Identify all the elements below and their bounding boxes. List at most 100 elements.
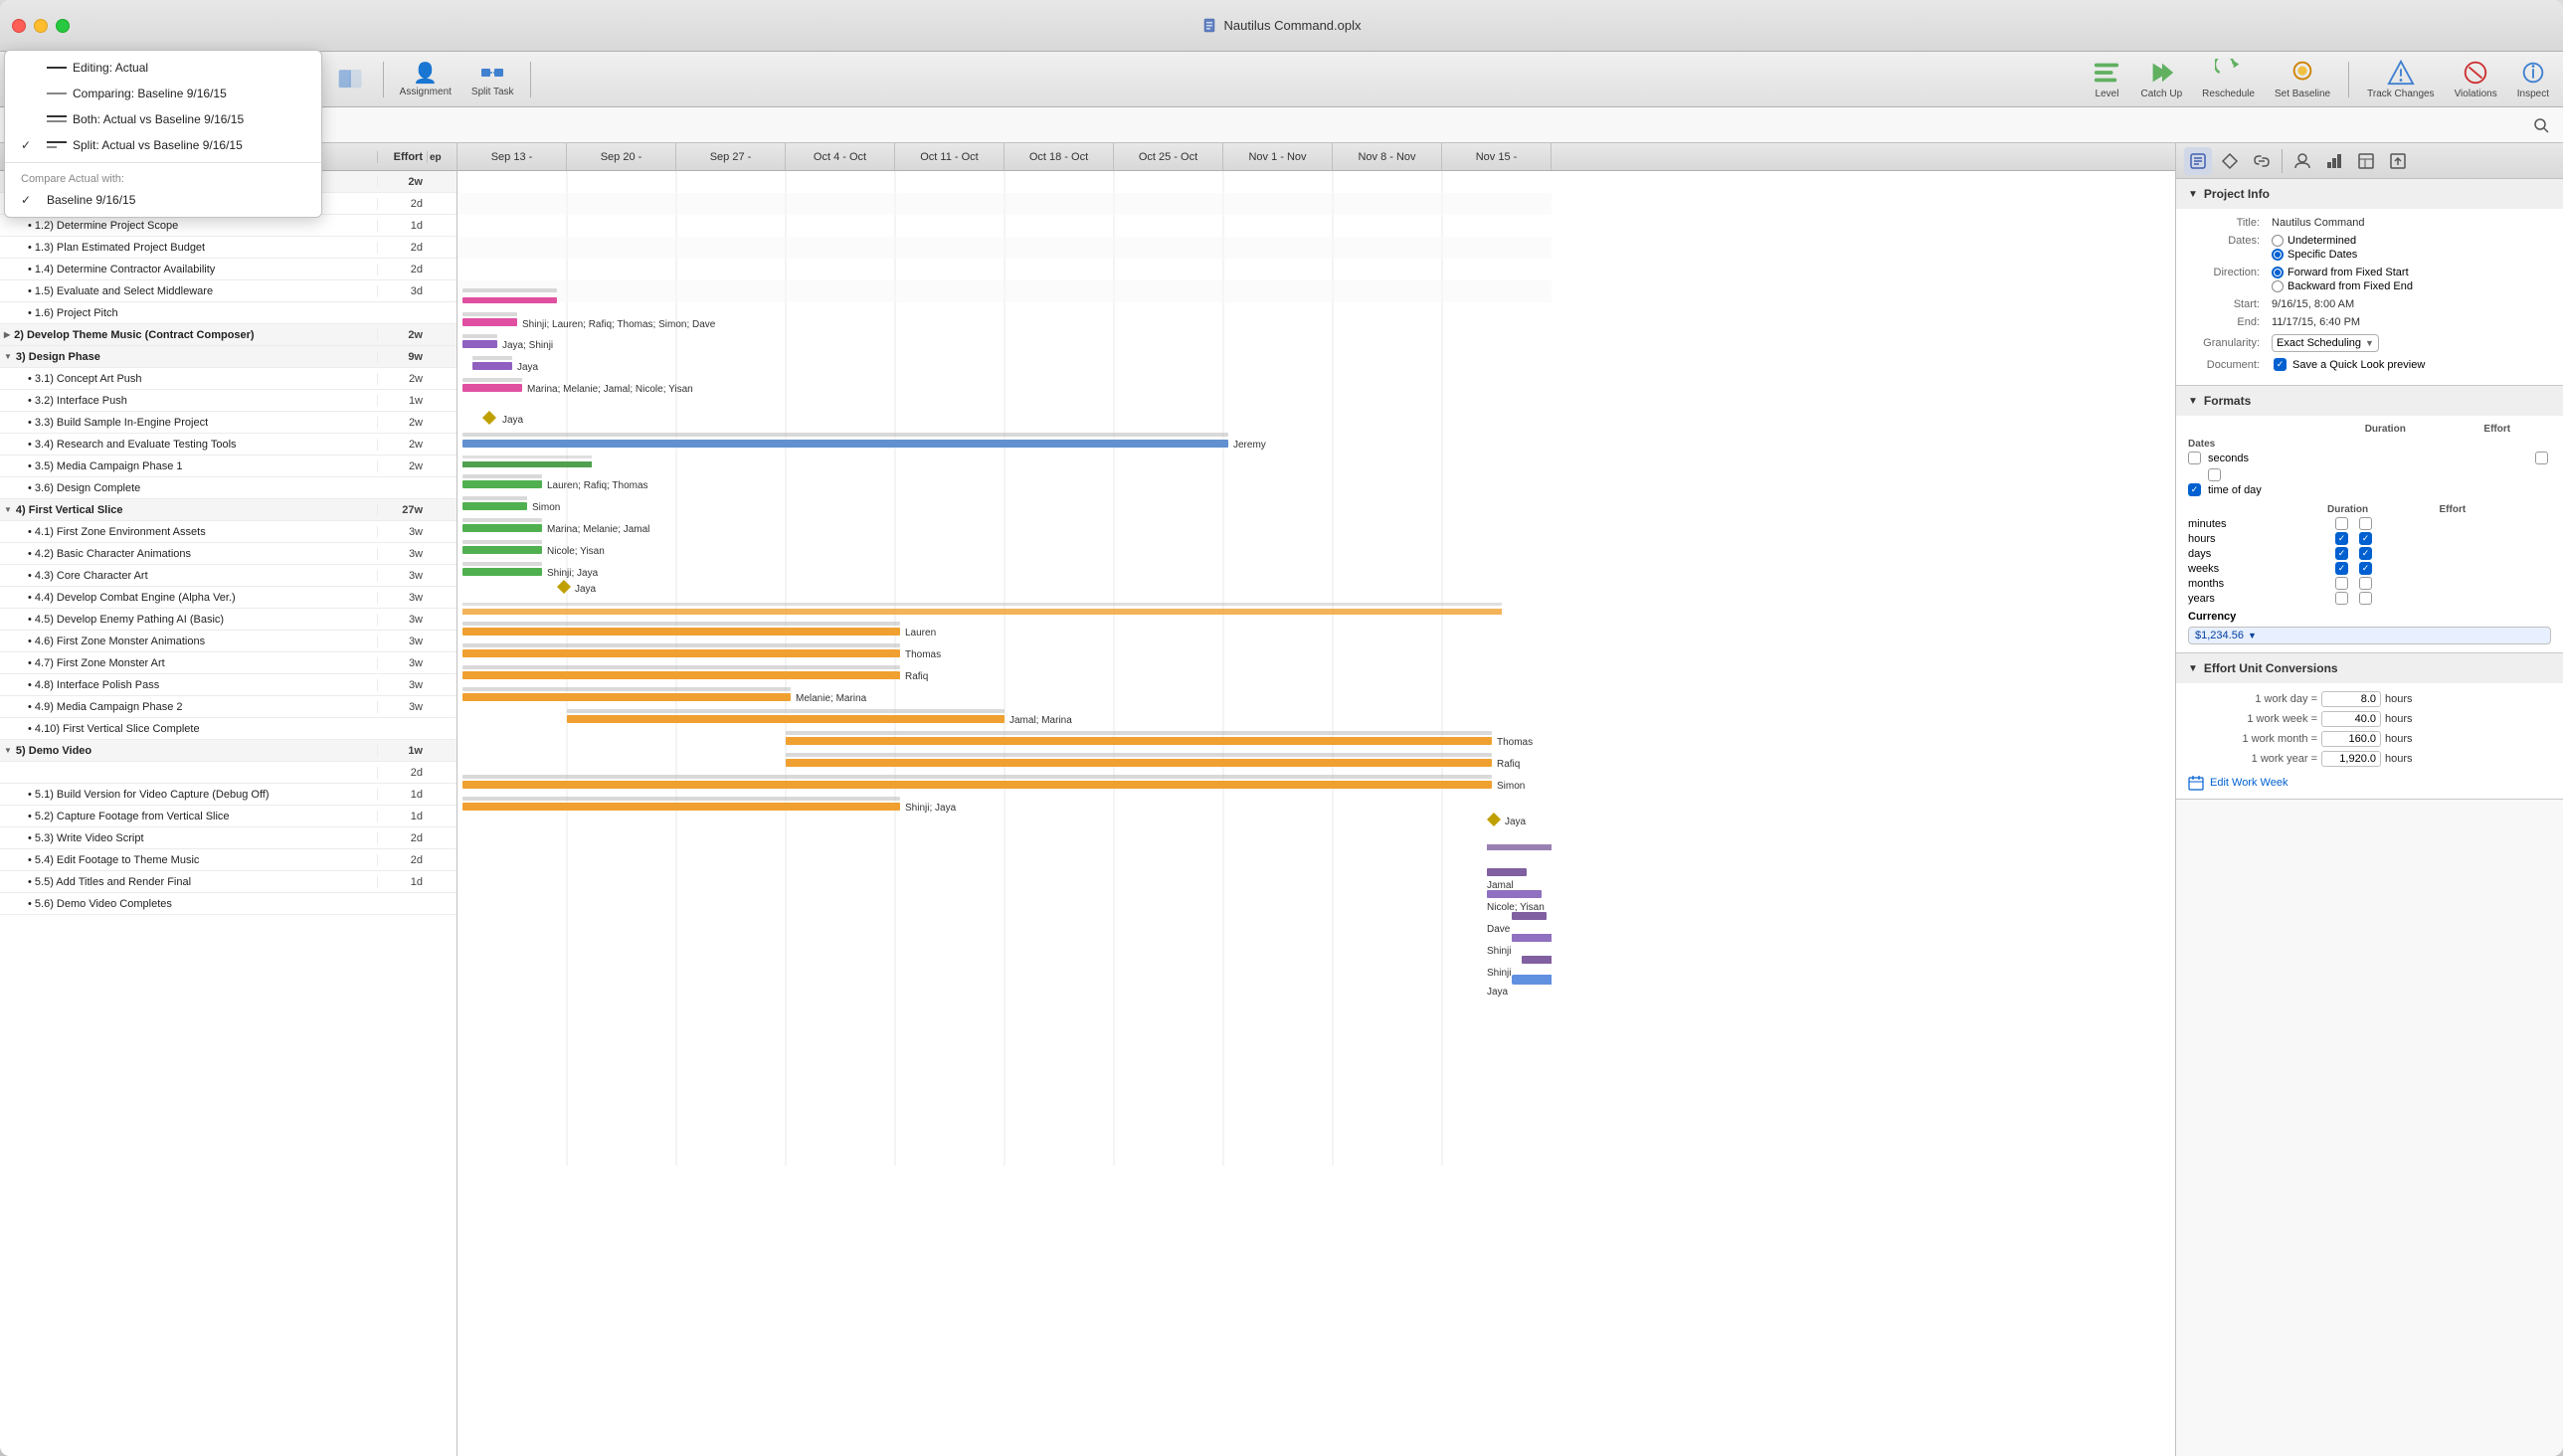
task-row[interactable]: • 4.5) Develop Enemy Pathing AI (Basic) …	[0, 609, 457, 631]
task-row[interactable]: • 5.2) Capture Footage from Vertical Sli…	[0, 806, 457, 827]
task-row[interactable]: • 5.4) Edit Footage to Theme Music 2d	[0, 849, 457, 871]
reschedule-button[interactable]: Reschedule	[2196, 55, 2261, 103]
svg-text:Melanie; Marina: Melanie; Marina	[796, 693, 867, 704]
level-button[interactable]: Level	[2087, 55, 2126, 103]
seconds-dates-cb[interactable]	[2188, 452, 2201, 464]
split-view-button[interactable]	[325, 64, 375, 95]
task-row[interactable]: • 3.4) Research and Evaluate Testing Too…	[0, 434, 457, 455]
phase-row[interactable]: ▼ 5) Demo Video 1w	[0, 740, 457, 762]
diamond-icon-btn[interactable]	[2216, 147, 2244, 175]
task-row[interactable]: • 4.9) Media Campaign Phase 2 3w	[0, 696, 457, 718]
link-icon-btn[interactable]	[2248, 147, 2276, 175]
gantt-body[interactable]: Shinji; Lauren; Rafiq; Thomas; Simon; Da…	[458, 171, 2175, 1456]
task-row[interactable]: • 1.2) Determine Project Scope 1d	[0, 215, 457, 237]
work-day-input[interactable]	[2321, 691, 2381, 707]
save-checkbox[interactable]	[2274, 358, 2287, 371]
hours-dur-cb[interactable]	[2335, 532, 2348, 545]
task-row[interactable]: • 1.3) Plan Estimated Project Budget 2d	[0, 237, 457, 259]
granularity-select[interactable]: Exact Scheduling ▼	[2272, 334, 2379, 352]
project-info-icon-btn[interactable]	[2184, 147, 2212, 175]
months-eff-cb[interactable]	[2359, 577, 2372, 590]
menu-item-comparing[interactable]: Comparing: Baseline 9/16/15	[5, 81, 321, 106]
years-dur-cb[interactable]	[2335, 592, 2348, 605]
expand-triangle[interactable]: ▼	[4, 746, 12, 755]
phase-row[interactable]: ▶ 2) Develop Theme Music (Contract Compo…	[0, 324, 457, 346]
hours-eff-cb[interactable]	[2359, 532, 2372, 545]
chart-icon-btn[interactable]	[2320, 147, 2348, 175]
task-row[interactable]: • 1.4) Determine Contractor Availability…	[0, 259, 457, 280]
weeks-dur-cb[interactable]	[2335, 562, 2348, 575]
weeks-eff-cb[interactable]	[2359, 562, 2372, 575]
task-row[interactable]: • 4.8) Interface Polish Pass 3w	[0, 674, 457, 696]
close-button[interactable]	[12, 19, 26, 33]
formats-header[interactable]: ▼ Formats	[2176, 386, 2563, 416]
split-task-button[interactable]: Split Task	[463, 57, 522, 101]
task-row[interactable]: • 3.2) Interface Push 1w	[0, 390, 457, 412]
task-row[interactable]: • 4.7) First Zone Monster Art 3w	[0, 652, 457, 674]
task-row[interactable]: • 4.10) First Vertical Slice Complete	[0, 718, 457, 740]
work-month-input[interactable]	[2321, 731, 2381, 747]
person-icon-btn[interactable]	[2288, 147, 2316, 175]
track-changes-button[interactable]: Track Changes	[2361, 55, 2440, 103]
inspect-button[interactable]: Inspect	[2511, 55, 2555, 103]
task-row[interactable]: • 3.6) Design Complete	[0, 477, 457, 499]
work-year-input[interactable]	[2321, 751, 2381, 767]
task-row[interactable]: • 1.5) Evaluate and Select Middleware 3d	[0, 280, 457, 302]
task-row[interactable]: • 4.3) Core Character Art 3w	[0, 565, 457, 587]
minimize-button[interactable]	[34, 19, 48, 33]
task-row[interactable]: • 5.5) Add Titles and Render Final 1d	[0, 871, 457, 893]
task-row[interactable]: • 3.5) Media Campaign Phase 1 2w	[0, 455, 457, 477]
task-row[interactable]: • 3.3) Build Sample In-Engine Project 2w	[0, 412, 457, 434]
minutes-eff-cb[interactable]	[2359, 517, 2372, 530]
radio-undetermined[interactable]: Undetermined	[2272, 235, 2357, 247]
edit-work-week-btn[interactable]: Edit Work Week	[2188, 775, 2551, 791]
phase-row[interactable]: ▼ 3) Design Phase 9w	[0, 346, 457, 368]
work-week-input[interactable]	[2321, 711, 2381, 727]
menu-item-editing[interactable]: Editing: Actual	[5, 55, 321, 81]
table-icon-btn[interactable]	[2352, 147, 2380, 175]
effort-conversions-content: 1 work day = hours 1 work week = hours 1…	[2176, 683, 2563, 799]
task-row[interactable]: • 3.1) Concept Art Push 2w	[0, 368, 457, 390]
menu-item-both[interactable]: Both: Actual vs Baseline 9/16/15	[5, 106, 321, 132]
expand-triangle[interactable]: ▼	[4, 352, 12, 361]
expand-triangle[interactable]: ▶	[4, 330, 10, 339]
days-eff-cb[interactable]	[2359, 547, 2372, 560]
days-dur-cb[interactable]	[2335, 547, 2348, 560]
catch-up-button[interactable]: Catch Up	[2134, 55, 2188, 103]
seconds-duration-cb[interactable]	[2535, 452, 2548, 464]
expand-triangle[interactable]: ▼	[4, 505, 12, 514]
task-row[interactable]: • 4.6) First Zone Monster Animations 3w	[0, 631, 457, 652]
seconds-effort-cb[interactable]	[2208, 468, 2221, 481]
set-baseline-button[interactable]: Set Baseline	[2269, 55, 2336, 103]
phase-name: ▼ 4) First Vertical Slice	[0, 504, 377, 516]
phase-row[interactable]: ▼ 4) First Vertical Slice 27w	[0, 499, 457, 521]
menu-item-baseline[interactable]: ✓ Baseline 9/16/15	[5, 187, 321, 213]
maximize-button[interactable]	[56, 19, 70, 33]
direction-radio-group: Forward from Fixed Start Backward from F…	[2272, 267, 2413, 292]
task-row[interactable]: • 5.1) Build Version for Video Capture (…	[0, 784, 457, 806]
phase-3-effort: 9w	[377, 351, 427, 363]
task-row[interactable]: • 1.6) Project Pitch	[0, 302, 457, 324]
minutes-dur-cb[interactable]	[2335, 517, 2348, 530]
violations-button[interactable]: Violations	[2449, 55, 2503, 103]
radio-forward[interactable]: Forward from Fixed Start	[2272, 267, 2413, 278]
project-info-header[interactable]: ▼ Project Info	[2176, 179, 2563, 209]
radio-backward[interactable]: Backward from Fixed End	[2272, 280, 2413, 292]
currency-select[interactable]: $1,234.56 ▼	[2188, 627, 2551, 644]
task-row[interactable]: • 5.3) Write Video Script 2d	[0, 827, 457, 849]
assignment-button[interactable]: 👤 Assignment	[392, 57, 459, 101]
search-button[interactable]	[2527, 111, 2555, 139]
years-eff-cb[interactable]	[2359, 592, 2372, 605]
months-dur-cb[interactable]	[2335, 577, 2348, 590]
svg-text:Simon: Simon	[532, 502, 560, 513]
time-of-day-cb[interactable]	[2188, 483, 2201, 496]
task-row[interactable]: • 4.1) First Zone Environment Assets 3w	[0, 521, 457, 543]
effort-conversions-header[interactable]: ▼ Effort Unit Conversions	[2176, 653, 2563, 683]
effort-conversions-section: ▼ Effort Unit Conversions 1 work day = h…	[2176, 653, 2563, 800]
task-row[interactable]: • 4.4) Develop Combat Engine (Alpha Ver.…	[0, 587, 457, 609]
task-row[interactable]: • 4.2) Basic Character Animations 3w	[0, 543, 457, 565]
task-row[interactable]: • 5.6) Demo Video Completes	[0, 893, 457, 915]
radio-specific[interactable]: Specific Dates	[2272, 249, 2357, 261]
export-icon-btn[interactable]	[2384, 147, 2412, 175]
menu-item-split[interactable]: ✓ Split: Actual vs Baseline 9/16/15	[5, 132, 321, 158]
